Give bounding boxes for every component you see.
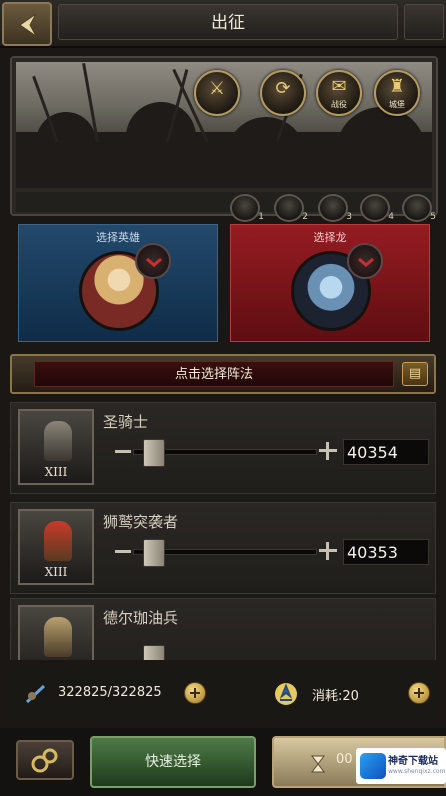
add-troops-button[interactable] [184, 682, 206, 704]
site-watermark: 神奇下载站 www.shenqixz.com [356, 748, 446, 784]
troop-list[interactable]: XIII 圣骑士 40354 XIII 狮鹫突袭者 40353 德尔珈油兵 [10, 402, 436, 660]
battle-mode-button[interactable]: ⚔ [194, 70, 240, 116]
griffin-raider-figure [44, 521, 72, 561]
rings-icon [31, 748, 58, 773]
select-hero-label: 选择英雄 [96, 231, 140, 244]
watermark-logo-icon [360, 753, 386, 779]
refresh-button[interactable]: ⟳ [260, 70, 306, 116]
decrease-button[interactable] [115, 550, 131, 553]
hourglass-icon [311, 755, 325, 773]
preset-slot-5[interactable]: 5 [402, 194, 436, 222]
preset-slot-3[interactable]: 3 [318, 194, 352, 222]
march-time: 00 [336, 752, 353, 767]
book-icon: ▤ [408, 366, 422, 381]
rider-silhouette [336, 107, 426, 157]
troop-count-input[interactable]: 40353 [343, 539, 429, 565]
preset-slot-4[interactable]: 4 [360, 194, 394, 222]
decrease-button[interactable] [115, 450, 131, 453]
troop-thumbnail [18, 605, 94, 660]
castle-icon: ♜ [388, 76, 406, 97]
select-dragon-panel[interactable]: 选择龙 [230, 224, 430, 342]
chevron-left-icon [19, 13, 37, 37]
refresh-icon: ⟳ [275, 78, 291, 99]
swap-arrows-icon [146, 257, 162, 267]
hero-swap-button[interactable] [135, 243, 171, 279]
crossed-swords-icon: ⚔ [208, 78, 226, 99]
add-stamina-button[interactable] [408, 682, 430, 704]
troop-slider-handle[interactable] [143, 645, 165, 660]
resource-bar: 322825/322825 消耗:20 [10, 668, 436, 720]
troop-count-input[interactable]: 40354 [343, 439, 429, 465]
troop-row: XIII 狮鹫突袭者 40353 [10, 502, 436, 594]
troop-row: XIII 圣骑士 40354 [10, 402, 436, 494]
campaign-button[interactable]: ✉ 战役 [316, 70, 362, 116]
rider-silhouette [126, 102, 196, 152]
formation-selector[interactable]: 点击选择阵法 ▤ [10, 354, 436, 394]
troop-name: 狮鹫突袭者 [103, 513, 179, 531]
settings-button[interactable] [16, 740, 74, 780]
rider-silhouette [36, 112, 96, 152]
paladin-figure [44, 421, 72, 461]
select-hero-panel[interactable]: 选择英雄 [18, 224, 218, 342]
select-dragon-label: 选择龙 [313, 231, 347, 244]
formation-label: 点击选择阵法 [34, 361, 394, 387]
battle-banner: ⚔ ⟳ ✉ 战役 ♜ 城堡 1 2 3 4 5 [10, 56, 438, 222]
corner-decoration [404, 4, 444, 40]
back-button[interactable] [2, 2, 52, 46]
preset-slot-2[interactable]: 2 [274, 194, 308, 222]
increase-button[interactable] [319, 442, 337, 460]
scroll-icon: ✉ [331, 76, 347, 97]
swap-arrows-icon [358, 257, 374, 267]
troop-thumbnail: XIII [18, 409, 94, 485]
increase-button[interactable] [319, 542, 337, 560]
page-title: 出征 [58, 4, 398, 40]
troops-icon [25, 684, 46, 704]
preset-slot-1[interactable]: 1 [230, 194, 264, 222]
troop-capacity: 322825/322825 [58, 685, 162, 700]
rider-silhouette [226, 117, 306, 157]
top-bar: 出征 [0, 0, 446, 48]
troop-thumbnail: XIII [18, 509, 94, 585]
troop-slider-handle[interactable] [143, 439, 165, 467]
consumption-label: 消耗:20 [312, 689, 359, 704]
stamina-icon [275, 683, 297, 705]
quick-select-button[interactable]: 快速选择 [90, 736, 256, 788]
dragon-swap-button[interactable] [347, 243, 383, 279]
troop-name: 德尔珈油兵 [103, 609, 179, 627]
castle-button[interactable]: ♜ 城堡 [374, 70, 420, 116]
troop-slider-handle[interactable] [143, 539, 165, 567]
formation-book-button[interactable]: ▤ [402, 362, 428, 386]
oil-soldier-figure [44, 617, 72, 657]
troop-row: 德尔珈油兵 [10, 598, 436, 660]
troop-name: 圣骑士 [103, 413, 149, 431]
bottom-action-bar: 快速选择 00 神奇下载站 www.shenqixz.com [0, 728, 446, 796]
